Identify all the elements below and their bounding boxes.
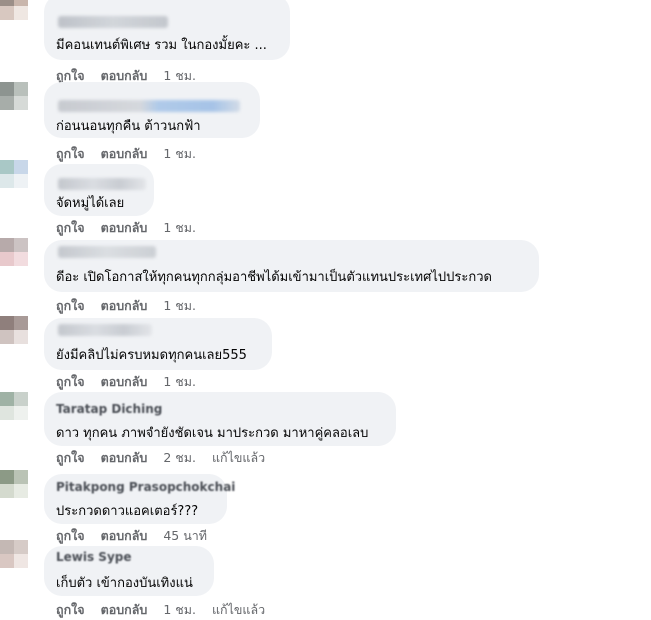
avatar[interactable] [0,238,40,278]
commenter-name[interactable]: Pitakpong Prasopchokchai [56,480,235,494]
comment-bubble: จัดหมู่ได้เลย [44,164,154,216]
reply-button[interactable]: ตอบกลับ [101,372,148,392]
comment-bubble: Pitakpong Prasopchokchai ประกวดดาวแอคเตอ… [44,474,235,524]
commenter-name[interactable] [58,324,152,336]
comment-bubble: ก่อนนอนทุกคืน ต้าวนกฟ้า [44,82,260,138]
comment-bubble: Lewis Sype เก็บตัว เข้ากองบันเทิงแน่ [44,546,214,596]
like-button[interactable]: ถูกใจ [56,372,85,392]
comment-actions: ถูกใจ ตอบกลับ 1 ชม. แก้ไขแล้ว [56,600,281,620]
avatar[interactable] [0,316,40,356]
comment-actions: ถูกใจ ตอบกลับ 1 ชม. [56,372,212,392]
reply-button[interactable]: ตอบกลับ [101,144,148,164]
like-button[interactable]: ถูกใจ [56,600,85,620]
reply-button[interactable]: ตอบกลับ [101,600,148,620]
comment-text: ดีอะ เปิดโอกาสให้ทุกคนทุกกลุ่มอาชีพได้มเ… [56,270,492,285]
comment-time[interactable]: 1 ชม. [163,600,196,620]
comment-text: ดาว ทุกคน ภาพจำยังชัดเจน มาประกวด มาหาคู… [56,426,369,441]
comment-time[interactable]: 45 นาที [163,526,207,546]
comment-bubble: ดีอะ เปิดโอกาสให้ทุกคนทุกกลุ่มอาชีพได้มเ… [44,240,539,292]
comment-time[interactable]: 1 ชม. [163,144,196,164]
reply-button[interactable]: ตอบกลับ [101,218,148,238]
like-button[interactable]: ถูกใจ [56,218,85,238]
comment-time[interactable]: 1 ชม. [163,296,196,316]
comment-bubble: มีคอนเทนต์พิเศษ รวม ในกองมั้ยคะ ... [44,0,290,60]
edited-label[interactable]: แก้ไขแล้ว [212,448,265,468]
comment-text: ก่อนนอนทุกคืน ต้าวนกฟ้า [56,119,201,134]
comment-actions: ถูกใจ ตอบกลับ 45 นาที [56,526,223,546]
avatar[interactable] [0,540,40,580]
commenter-name[interactable] [58,100,240,112]
commenter-name[interactable]: Taratap Diching [56,402,162,416]
avatar[interactable] [0,160,40,200]
reply-button[interactable]: ตอบกลับ [101,526,148,546]
comment-text: ยังมีคลิปไม่ครบหมดทุกคนเลย555 [56,348,247,363]
like-button[interactable]: ถูกใจ [56,144,85,164]
comment-time[interactable]: 1 ชม. [163,372,196,392]
comment-text: ประกวดดาวแอคเตอร์??? [56,504,199,519]
comment-text: จัดหมู่ได้เลย [56,196,125,211]
like-button[interactable]: ถูกใจ [56,448,85,468]
commenter-name[interactable]: Lewis Sype [56,550,132,564]
comment-text: เก็บตัว เข้ากองบันเทิงแน่ [56,576,193,591]
avatar[interactable] [0,0,40,32]
comment-time[interactable]: 1 ชม. [163,218,196,238]
comment-text: มีคอนเทนต์พิเศษ รวม ในกองมั้ยคะ ... [56,38,267,53]
avatar[interactable] [0,470,40,510]
comment-time[interactable]: 2 ชม. [163,448,196,468]
comment-bubble: ยังมีคลิปไม่ครบหมดทุกคนเลย555 [44,318,272,370]
commenter-name[interactable] [58,246,156,258]
avatar[interactable] [0,392,40,432]
reply-button[interactable]: ตอบกลับ [101,296,148,316]
commenter-name[interactable] [58,16,168,28]
comment-bubble: Taratap Diching ดาว ทุกคน ภาพจำยังชัดเจน… [44,392,396,446]
like-button[interactable]: ถูกใจ [56,296,85,316]
comment-actions: ถูกใจ ตอบกลับ 2 ชม. แก้ไขแล้ว [56,448,281,468]
avatar[interactable] [0,82,40,122]
comment-actions: ถูกใจ ตอบกลับ 1 ชม. [56,296,212,316]
edited-label[interactable]: แก้ไขแล้ว [212,600,265,620]
reply-button[interactable]: ตอบกลับ [101,448,148,468]
like-button[interactable]: ถูกใจ [56,526,85,546]
comment-actions: ถูกใจ ตอบกลับ 1 ชม. [56,144,212,164]
comment-actions: ถูกใจ ตอบกลับ 1 ชม. [56,218,212,238]
commenter-name[interactable] [58,178,146,190]
